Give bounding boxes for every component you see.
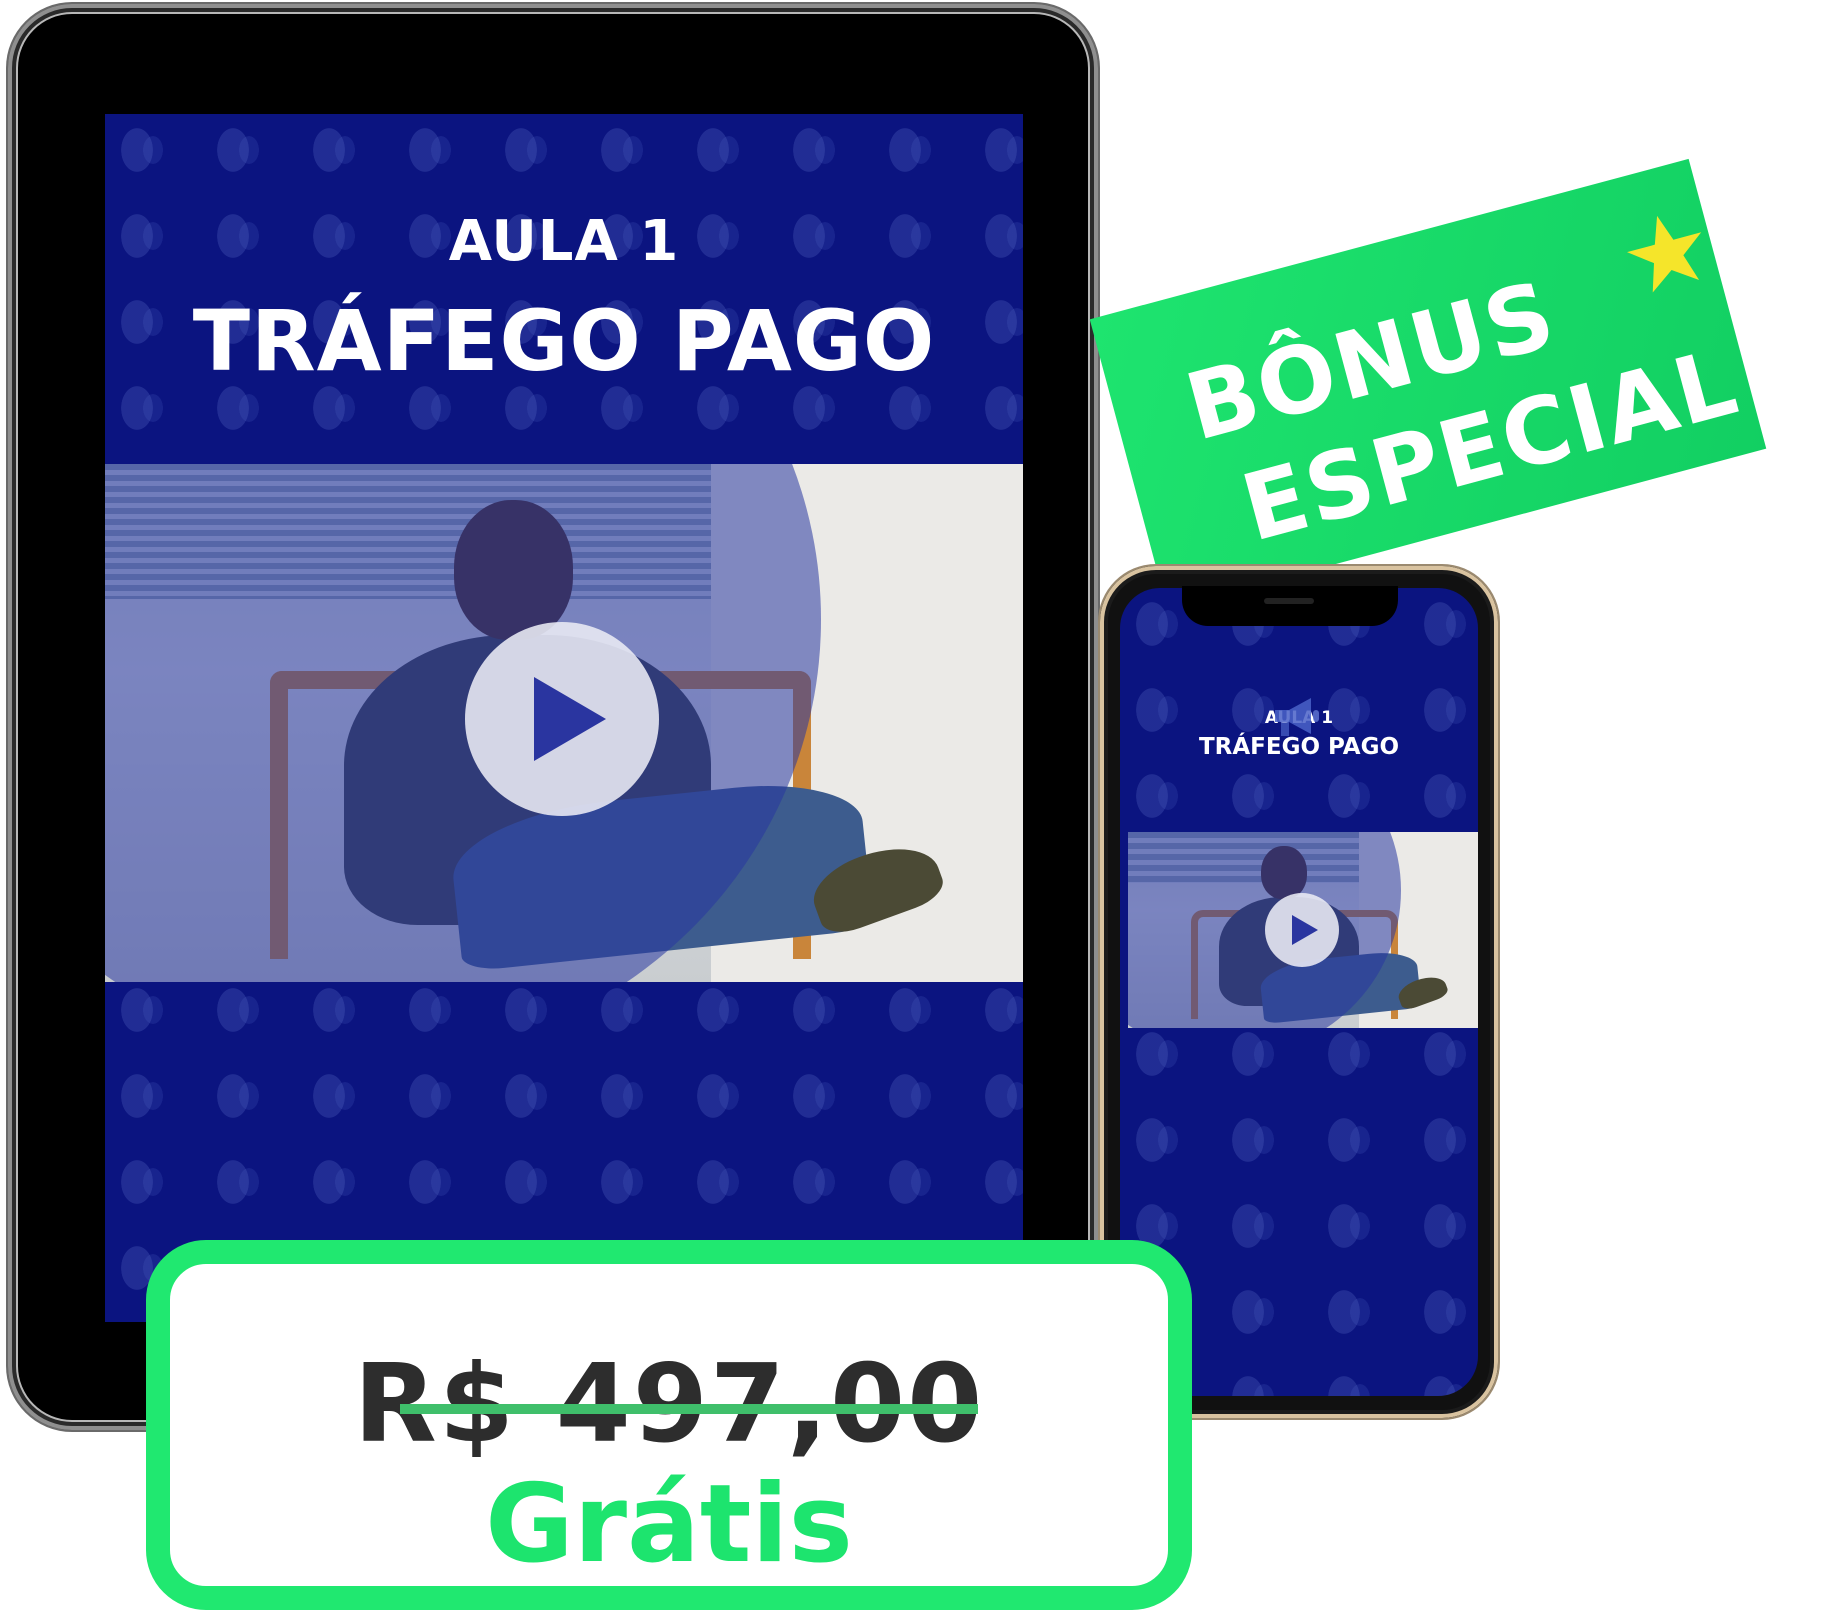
phone-video-thumbnail[interactable] [1128, 832, 1478, 1028]
price-card: R$ 497,00 Grátis [146, 1240, 1192, 1610]
tablet-lesson-title: TRÁFEGO PAGO [192, 292, 936, 390]
play-icon [534, 677, 606, 761]
tablet-play-button[interactable] [465, 622, 659, 816]
video-overlay-circle [105, 464, 822, 982]
tablet-screen: AULA 1 TRÁFEGO PAGO [105, 114, 1023, 1322]
megaphone-icon [1275, 698, 1319, 736]
old-price-strikethrough [400, 1404, 978, 1414]
new-price: Grátis [485, 1462, 853, 1587]
tablet-lesson-label: AULA 1 [448, 209, 680, 274]
phone-play-button[interactable] [1265, 893, 1339, 967]
tablet-video-thumbnail[interactable] [105, 464, 1023, 982]
star-icon [1627, 215, 1702, 293]
play-icon [1292, 915, 1318, 945]
phone-speaker [1264, 598, 1314, 604]
tablet-header: AULA 1 TRÁFEGO PAGO [105, 114, 1023, 464]
phone-notch [1182, 586, 1398, 626]
tablet-device: AULA 1 TRÁFEGO PAGO [8, 4, 1098, 1430]
